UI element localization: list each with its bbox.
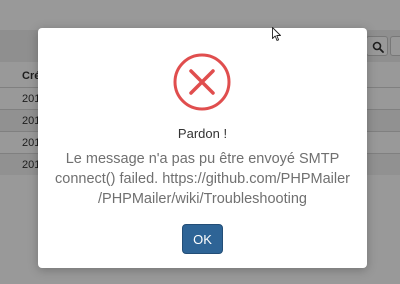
page: Créé 2016 2016 2016 2016 Pardon ! Le mes… [0, 0, 400, 284]
dialog-message: Le message n'a pas pu être envoyé SMTP c… [48, 149, 357, 209]
error-x-icon [173, 53, 231, 111]
dialog-message-line: Le message n'a pas pu être envoyé SMTP [65, 151, 340, 167]
dialog-title: Pardon ! [177, 126, 228, 141]
mouse-cursor-icon [272, 27, 281, 41]
dialog-message-line: /PHPMailer/wiki/Troubleshooting [98, 191, 307, 207]
error-dialog: Pardon ! Le message n'a pas pu être envo… [38, 28, 367, 268]
dialog-message-line: connect() failed. https://github.com/PHP… [55, 171, 350, 187]
ok-button[interactable]: OK [182, 224, 223, 254]
